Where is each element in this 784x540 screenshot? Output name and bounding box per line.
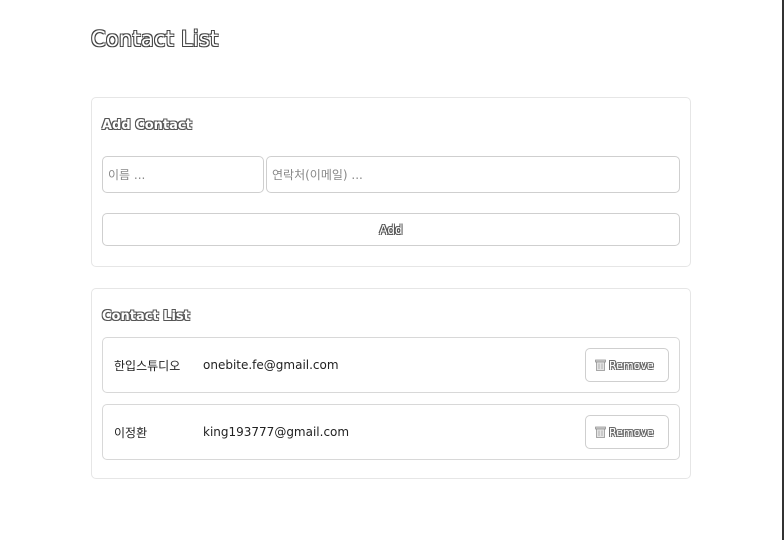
email-input[interactable] xyxy=(266,156,680,193)
contact-item: 이정환 king193777@gmail.com Remove xyxy=(102,404,680,460)
contact-item: 한입스튜디오 onebite.fe@gmail.com Remove xyxy=(102,337,680,393)
add-contact-heading: Add Contact xyxy=(102,118,192,133)
remove-button[interactable]: Remove xyxy=(585,415,669,449)
trash-icon xyxy=(595,359,606,371)
contact-list-heading: Contact List xyxy=(102,309,190,324)
remove-label: Remove xyxy=(609,358,654,372)
remove-label: Remove xyxy=(609,425,654,439)
name-input[interactable] xyxy=(102,156,264,193)
contact-email: king193777@gmail.com xyxy=(203,425,350,439)
remove-button[interactable]: Remove xyxy=(585,348,669,382)
contact-email: onebite.fe@gmail.com xyxy=(203,358,339,372)
contact-name: 한입스튜디오 xyxy=(114,358,181,373)
add-contact-inputs xyxy=(102,156,680,193)
trash-icon xyxy=(595,426,606,438)
add-button[interactable]: Add xyxy=(102,213,680,246)
contact-list: 한입스튜디오 onebite.fe@gmail.com Remove 이정환 k… xyxy=(102,337,680,460)
page-title: Contact List xyxy=(91,27,219,51)
add-contact-card: Add Contact Add xyxy=(91,97,691,267)
contact-list-card: Contact List 한입스튜디오 onebite.fe@gmail.com… xyxy=(91,288,691,479)
contact-name: 이정환 xyxy=(114,425,148,440)
contact-app: Contact List Add Contact Add Contact Lis… xyxy=(91,0,691,479)
